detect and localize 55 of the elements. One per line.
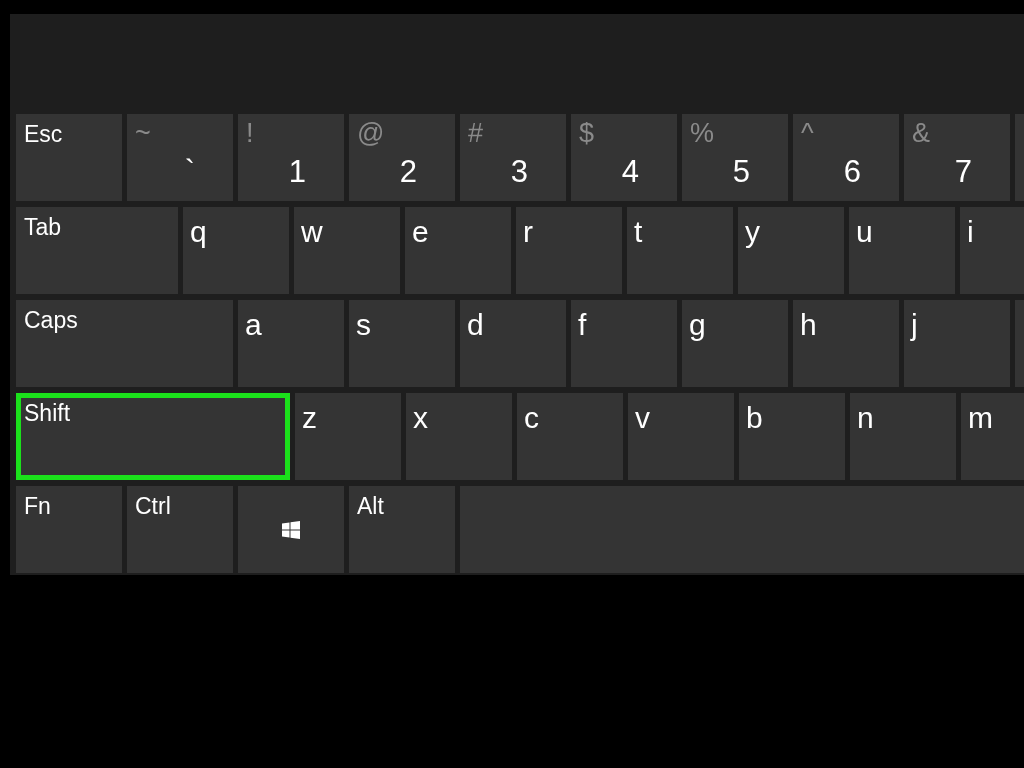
key[interactable]: y [738, 207, 844, 294]
shift-symbol: ~ [135, 120, 151, 147]
windows-logo-icon [282, 520, 300, 539]
key[interactable]: v [628, 393, 734, 480]
shift-symbol: ! [246, 120, 254, 147]
shift-symbol: & [912, 120, 930, 147]
key-character: 6 [843, 156, 861, 187]
key[interactable]: n [850, 393, 956, 480]
key[interactable]: b [739, 393, 845, 480]
key[interactable]: Alt [349, 486, 455, 573]
key[interactable]: # 3 [460, 114, 566, 201]
key[interactable]: q [183, 207, 289, 294]
shift-symbol: % [690, 120, 714, 147]
key[interactable]: i [960, 207, 1024, 294]
key[interactable]: % 5 [682, 114, 788, 201]
key[interactable]: m [961, 393, 1024, 480]
windows-key[interactable] [238, 486, 344, 573]
key[interactable]: s [349, 300, 455, 387]
key-character: 3 [510, 156, 528, 187]
key[interactable]: ! 1 [238, 114, 344, 201]
key[interactable]: d [460, 300, 566, 387]
key[interactable]: t [627, 207, 733, 294]
key[interactable]: a [238, 300, 344, 387]
key[interactable]: $ 4 [571, 114, 677, 201]
key-character: 4 [621, 156, 639, 187]
key[interactable]: Caps [16, 300, 233, 387]
key[interactable]: j [904, 300, 1010, 387]
key[interactable]: r [516, 207, 622, 294]
shift-symbol: ^ [801, 120, 814, 147]
key[interactable]: c [517, 393, 623, 480]
key[interactable]: Tab [16, 207, 178, 294]
shift-symbol: $ [579, 120, 595, 147]
key[interactable]: x [406, 393, 512, 480]
key[interactable]: ^ 6 [793, 114, 899, 201]
key[interactable]: @ 2 [349, 114, 455, 201]
key-character: ` [184, 156, 195, 187]
key-character: 7 [954, 156, 972, 187]
key[interactable]: Ctrl [127, 486, 233, 573]
key[interactable]: e [405, 207, 511, 294]
key[interactable]: z [295, 393, 401, 480]
key[interactable]: ~ ` [127, 114, 233, 201]
key[interactable]: & 7 [904, 114, 1010, 201]
key[interactable]: u [849, 207, 955, 294]
key[interactable]: Shift [16, 393, 290, 480]
key[interactable]: Fn [16, 486, 122, 573]
key-character: 5 [732, 156, 750, 187]
key-character: 1 [288, 156, 306, 187]
key[interactable]: w [294, 207, 400, 294]
key[interactable]: h [793, 300, 899, 387]
shift-symbol: # [468, 120, 484, 147]
key[interactable]: f [571, 300, 677, 387]
shift-symbol: @ [357, 120, 385, 147]
key[interactable]: Esc [16, 114, 122, 201]
key[interactable]: g [682, 300, 788, 387]
key-character: 2 [399, 156, 417, 187]
